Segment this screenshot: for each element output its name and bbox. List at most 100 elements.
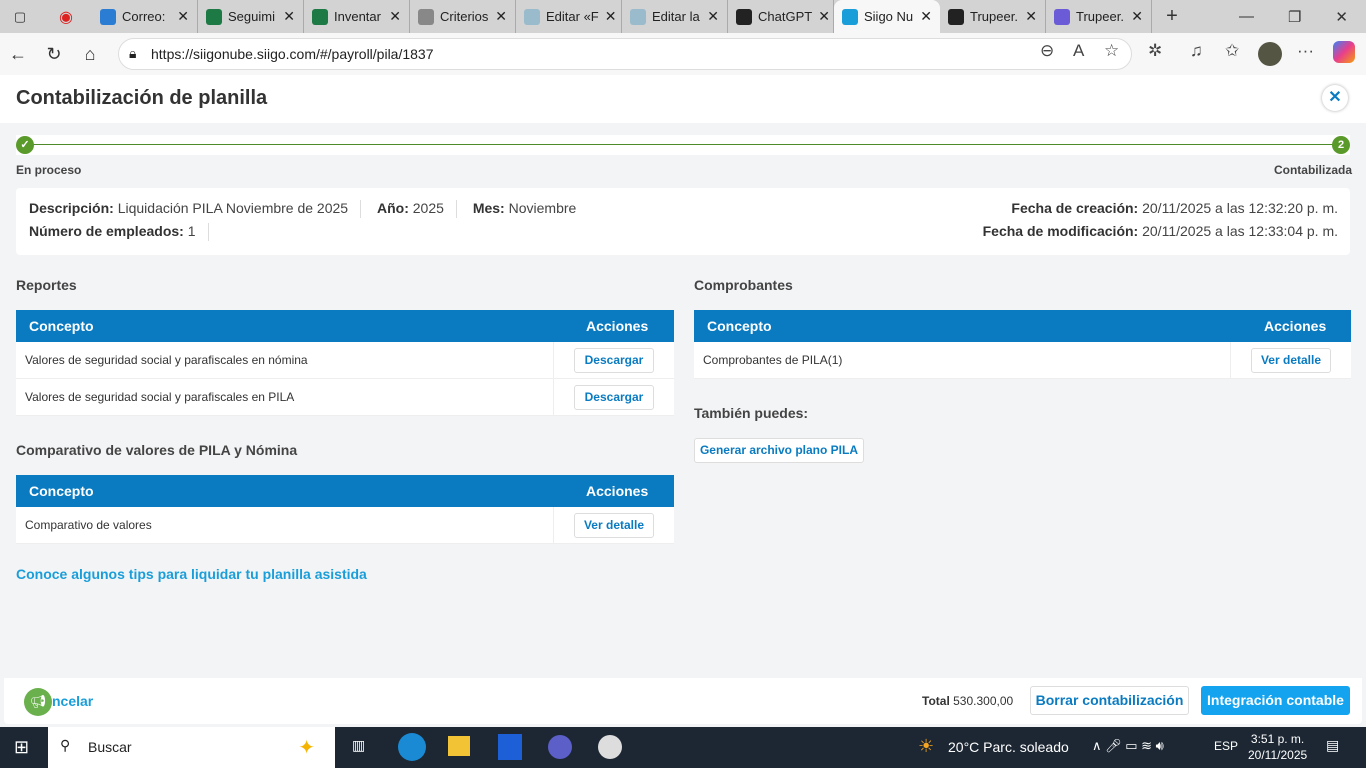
- table-row: Comprobantes de PILA(1) Ver detalle: [694, 342, 1351, 379]
- tab-favicon-icon: [206, 8, 222, 25]
- row-concept: Comparativo de valores: [25, 518, 152, 532]
- app-icon[interactable]: [498, 734, 522, 760]
- browser-tab[interactable]: Correo: ✕: [92, 0, 198, 33]
- extensions-icon[interactable]: ✲: [1148, 41, 1162, 61]
- view-detail-button[interactable]: Ver detalle: [1251, 348, 1331, 373]
- read-aloud-icon[interactable]: A: [1073, 41, 1084, 61]
- tab-label: Correo:: [122, 9, 166, 24]
- clock[interactable]: 3:51 p. m. 20/11/2025: [1248, 731, 1307, 763]
- taskbar-search[interactable]: ⚲ Buscar ✦: [48, 727, 335, 768]
- favorite-star-icon[interactable]: ☆: [1104, 41, 1119, 61]
- language-indicator[interactable]: ESP: [1214, 739, 1238, 753]
- more-icon[interactable]: ···: [1297, 41, 1314, 61]
- feedback-megaphone-icon[interactable]: 📢︎: [24, 688, 52, 716]
- comparativo-table: Concepto Acciones Comparativo de valores V…: [16, 475, 674, 544]
- windows-start-icon[interactable]: ⊞: [14, 737, 29, 758]
- sparkle-icon: ✦: [298, 737, 315, 759]
- col-concepto: Concepto: [29, 318, 94, 334]
- browser-tab[interactable]: Inventar ✕: [304, 0, 410, 33]
- close-tab-icon[interactable]: ✕: [818, 8, 830, 25]
- col-acciones: Acciones: [1264, 318, 1327, 334]
- close-tab-icon[interactable]: ✕: [920, 8, 932, 25]
- month-value: Noviembre: [508, 200, 577, 216]
- table-row: Valores de seguridad social y parafiscal…: [16, 342, 674, 379]
- browser-tab[interactable]: Editar «F ✕: [516, 0, 622, 33]
- close-tab-icon[interactable]: ✕: [177, 8, 189, 25]
- teams-icon[interactable]: [548, 735, 572, 759]
- task-view-icon[interactable]: ▥: [352, 737, 365, 754]
- media-icon[interactable]: ♫: [1190, 41, 1203, 61]
- tab-label: ChatGPT: [758, 9, 813, 24]
- year-label: Año:: [376, 200, 409, 216]
- browser-tab[interactable]: Siigo Nu ✕: [834, 0, 940, 33]
- notifications-icon[interactable]: ▤: [1326, 737, 1339, 754]
- tab-label: Seguimi: [228, 9, 275, 24]
- desc-label: Descripción:: [29, 200, 114, 216]
- comprobantes-table: Concepto Acciones Comprobantes de PILA(1)…: [694, 310, 1351, 379]
- tab-favicon-icon: [100, 8, 116, 25]
- close-tab-icon[interactable]: ✕: [1025, 8, 1037, 25]
- tips-link[interactable]: Conoce algunos tips para liquidar tu pla…: [16, 566, 367, 582]
- tab-favicon-icon: [630, 8, 646, 25]
- url-input[interactable]: 🔒︎ https://siigonube.siigo.com/#/payroll/…: [118, 38, 1132, 70]
- new-tab-button[interactable]: +: [1152, 5, 1192, 28]
- reportes-title: Reportes: [16, 277, 77, 293]
- download-button[interactable]: Descargar: [574, 348, 654, 373]
- lock-icon: 🔒︎: [129, 45, 137, 61]
- avatar[interactable]: [1258, 42, 1282, 66]
- generate-flat-file-button[interactable]: Generar archivo plano PILA: [694, 438, 864, 463]
- desc-value: Liquidación PILA Noviembre de 2025: [117, 200, 349, 216]
- close-tab-icon[interactable]: ✕: [495, 8, 507, 25]
- row-concept: Comprobantes de PILA(1): [703, 353, 843, 367]
- close-tab-icon[interactable]: ✕: [283, 8, 295, 25]
- edge-icon[interactable]: [398, 733, 426, 761]
- close-icon[interactable]: ✕: [1322, 85, 1348, 111]
- tab-favicon-icon: [948, 8, 964, 25]
- page-title: Contabilización de planilla: [16, 87, 268, 109]
- table-row: Valores de seguridad social y parafiscal…: [16, 379, 674, 416]
- comparativo-title: Comparativo de valores de PILA y Nómina: [16, 442, 298, 458]
- maximize-button[interactable]: ❐: [1288, 8, 1301, 26]
- employees-value: 1: [187, 223, 196, 239]
- close-window-button[interactable]: ✕: [1335, 8, 1348, 26]
- browser-tab[interactable]: Trupeer. ✕: [940, 0, 1046, 33]
- copilot-icon[interactable]: [1333, 41, 1355, 63]
- system-tray-icons[interactable]: ∧ 🎤︎ ▭ ≋ 🔊︎: [1092, 738, 1164, 754]
- close-tab-icon[interactable]: ✕: [389, 8, 401, 25]
- browser-tab[interactable]: ChatGPT ✕: [728, 0, 834, 33]
- weather-text[interactable]: 20°C Parc. soleado: [948, 739, 1069, 755]
- modified-value: 20/11/2025 a las 12:33:04 p. m.: [1142, 223, 1338, 239]
- minimize-button[interactable]: —: [1239, 8, 1254, 26]
- browser-tab[interactable]: Criterios ✕: [410, 0, 516, 33]
- integration-button[interactable]: Integración contable: [1201, 686, 1350, 715]
- tab-label: Trupeer.: [970, 9, 1018, 24]
- snipping-icon[interactable]: [598, 735, 622, 759]
- cancel-link[interactable]: ncelar: [52, 693, 93, 709]
- tab-favicon-icon: [312, 8, 328, 25]
- browser-tab[interactable]: Editar la ✕: [622, 0, 728, 33]
- view-detail-button[interactable]: Ver detalle: [574, 513, 654, 538]
- employees-label: Número de empleados:: [29, 223, 184, 239]
- date: 20/11/2025: [1248, 748, 1308, 762]
- tab-label: Trupeer.: [1076, 9, 1124, 24]
- refresh-icon[interactable]: ↻: [36, 44, 72, 65]
- download-button[interactable]: Descargar: [574, 385, 654, 410]
- browser-tab[interactable]: Seguimi ✕: [198, 0, 304, 33]
- close-tab-icon[interactable]: ✕: [605, 8, 617, 25]
- created-value: 20/11/2025 a las 12:32:20 p. m.: [1142, 200, 1338, 216]
- close-tab-icon[interactable]: ✕: [707, 8, 719, 25]
- progress-line: [26, 144, 1340, 145]
- browser-tab[interactable]: Trupeer. ✕: [1046, 0, 1152, 33]
- file-explorer-icon[interactable]: [448, 736, 470, 756]
- back-icon[interactable]: ←: [0, 44, 36, 65]
- zoom-out-icon[interactable]: ⊖: [1040, 41, 1054, 61]
- tab-favicon-icon: [1054, 8, 1070, 25]
- favorites-icon[interactable]: ✩: [1225, 41, 1239, 61]
- home-icon[interactable]: ⌂: [72, 44, 108, 65]
- record-icon[interactable]: ◉: [40, 7, 92, 27]
- delete-accounting-button[interactable]: Borrar contabilización: [1030, 686, 1189, 715]
- tab-actions-icon[interactable]: ▢: [0, 9, 40, 25]
- close-tab-icon[interactable]: ✕: [1131, 8, 1143, 25]
- total-label: Total: [922, 694, 950, 708]
- tambien-title: También puedes:: [694, 405, 809, 421]
